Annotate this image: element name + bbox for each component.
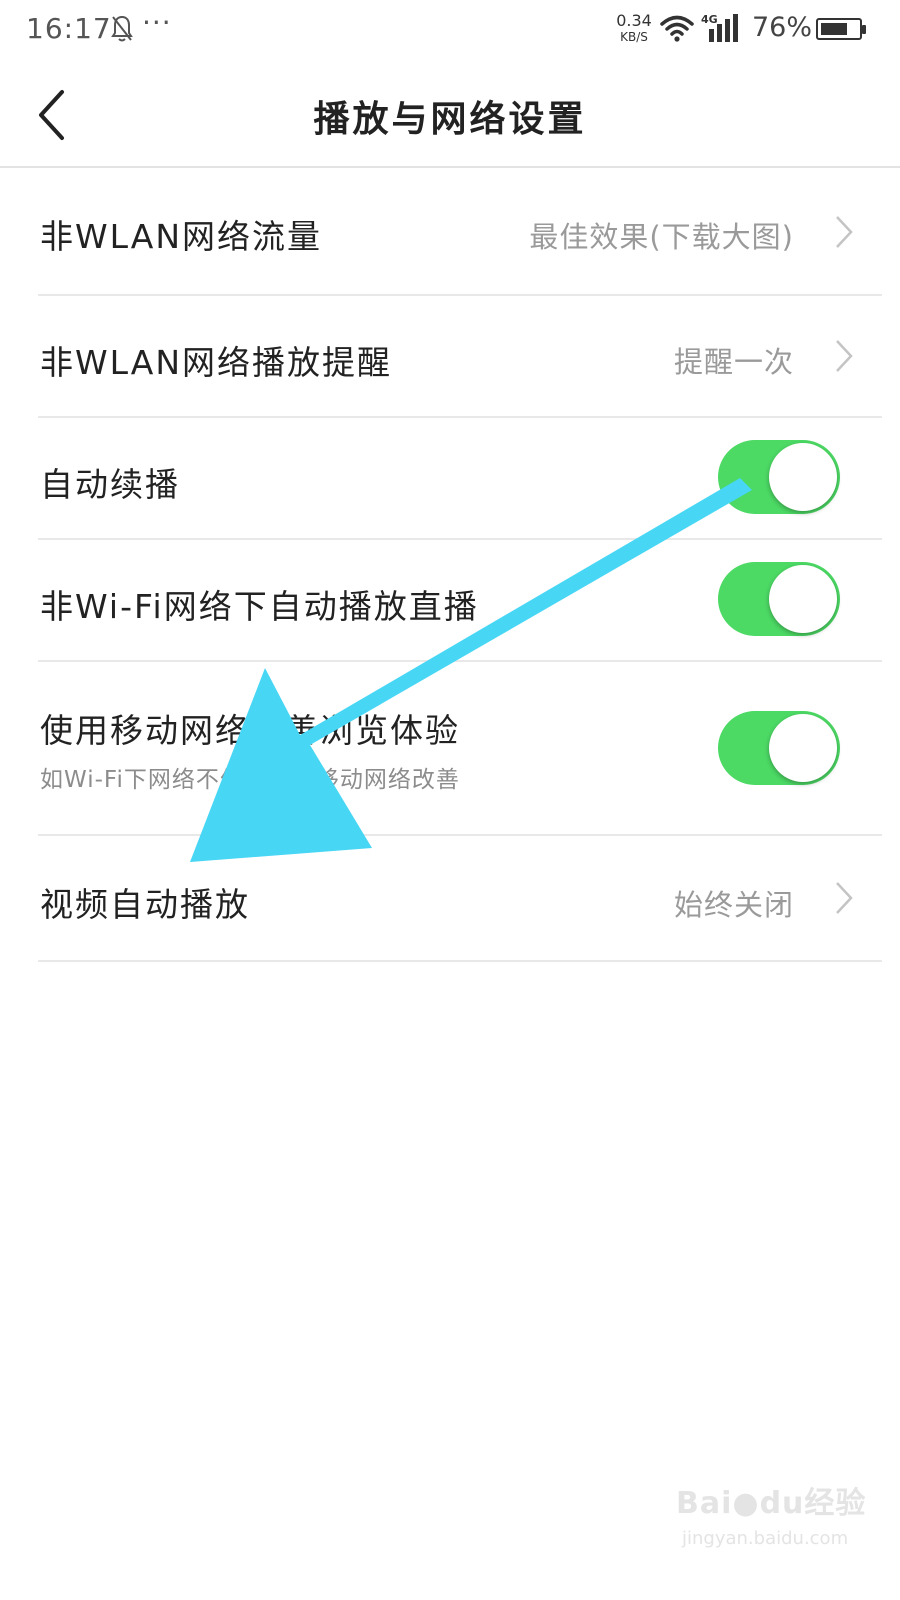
toggle-knob [769,714,837,782]
setting-subtitle: 如Wi-Fi下网络不佳时使用移动网络改善 [40,767,460,793]
baidu-jingyan-watermark: Bai●du经验 jingyan.baidu.com [676,1478,876,1578]
setting-row-non-wlan-play-reminder[interactable]: 非WLAN网络播放提醒 提醒一次 [38,296,882,418]
chevron-right-icon [836,216,853,248]
setting-label: 非WLAN网络流量 [40,217,323,256]
autoplay-next-toggle[interactable] [718,440,840,514]
setting-row-video-autoplay[interactable]: 视频自动播放 始终关闭 [38,836,882,962]
battery-fill [821,23,847,35]
status-time: 16:17 [26,12,112,45]
chevron-right-icon [836,882,853,914]
mobile-network-boost-toggle[interactable] [718,711,840,785]
non-wifi-live-autoplay-toggle[interactable] [718,562,840,636]
chevron-right-icon [836,340,853,372]
wifi-icon [660,15,694,42]
status-bar: 16:17 ··· 0.34 KB/S 4G 76% [0,0,900,64]
toggle-knob [769,443,837,511]
network-speed-unit: KB/S [620,30,648,44]
setting-value: 始终关闭 [673,888,794,922]
setting-row-non-wlan-traffic[interactable]: 非WLAN网络流量 最佳效果(下载大图) [38,170,882,296]
setting-label: 非WLAN网络播放提醒 [40,343,393,382]
setting-row-non-wifi-live-autoplay: 非Wi-Fi网络下自动播放直播 [38,540,882,662]
setting-value: 提醒一次 [673,345,794,379]
signal-icon: 4G [701,13,738,42]
setting-label: 视频自动播放 [40,885,250,924]
watermark-site: jingyan.baidu.com [682,1528,849,1549]
more-icon: ··· [142,6,172,39]
network-type-label: 4G [701,13,718,26]
network-speed-value: 0.34 [616,11,652,30]
page-header: 播放与网络设置 [0,64,900,168]
setting-label: 非Wi-Fi网络下自动播放直播 [40,587,479,626]
toggle-knob [769,565,837,633]
battery-icon [816,18,866,40]
setting-row-autoplay-next: 自动续播 [38,418,882,540]
network-speed: 0.34 KB/S [612,12,656,46]
battery-percent: 76% [752,12,813,43]
setting-value: 最佳效果(下载大图) [529,220,794,254]
page-title: 播放与网络设置 [313,99,587,140]
setting-row-mobile-network-boost: 使用移动网络改善浏览体验 如Wi-Fi下网络不佳时使用移动网络改善 [38,662,882,836]
setting-label: 使用移动网络改善浏览体验 [40,711,460,750]
bell-muted-icon [111,15,133,42]
watermark-brand: Bai●du经验 [676,1486,867,1521]
setting-label: 自动续播 [40,465,180,504]
